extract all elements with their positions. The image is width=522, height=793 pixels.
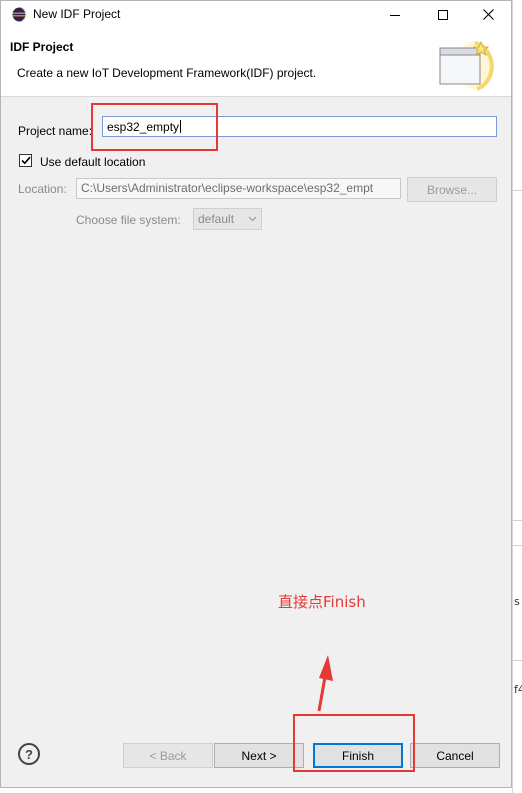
page-description: Create a new IoT Development Framework(I… xyxy=(17,66,317,80)
next-button[interactable]: Next > xyxy=(214,743,304,768)
use-default-location-checkbox[interactable] xyxy=(19,154,32,167)
annotation-arrow-icon xyxy=(317,655,333,712)
background-text-fragment: s xyxy=(514,595,520,608)
file-system-label: Choose file system: xyxy=(76,213,181,227)
cancel-button[interactable]: Cancel xyxy=(410,743,500,768)
highlight-project-name xyxy=(91,103,218,151)
title-bar[interactable]: New IDF Project xyxy=(1,1,511,28)
maximize-icon xyxy=(438,9,448,20)
close-icon xyxy=(482,9,494,20)
new-idf-project-dialog: New IDF Project IDF Project Create a new… xyxy=(0,0,512,788)
project-name-label: Project name: xyxy=(18,124,93,138)
wizard-banner-icon xyxy=(439,40,494,91)
checkmark-icon xyxy=(20,156,31,165)
location-label: Location: xyxy=(18,182,67,196)
location-input[interactable]: C:\Users\Administrator\eclipse-workspace… xyxy=(76,178,401,199)
file-system-select[interactable]: default xyxy=(193,208,262,230)
wizard-header: IDF Project Create a new IoT Development… xyxy=(1,28,511,97)
page-title: IDF Project xyxy=(10,40,74,54)
browse-button[interactable]: Browse... xyxy=(407,177,497,202)
annotation-text: 直接点Finish xyxy=(278,593,366,611)
use-default-location-label: Use default location xyxy=(40,155,146,169)
window-title: New IDF Project xyxy=(33,7,121,21)
eclipse-icon xyxy=(12,7,27,22)
background-text-fragment: f4 xyxy=(514,683,522,696)
help-icon[interactable]: ? xyxy=(18,743,40,765)
close-button[interactable] xyxy=(465,1,511,28)
maximize-button[interactable] xyxy=(420,1,466,28)
file-system-value: default xyxy=(198,212,235,226)
location-value: C:\Users\Administrator\eclipse-workspace… xyxy=(81,181,374,195)
highlight-finish-button xyxy=(293,714,415,772)
background-app-edge: s f4 xyxy=(512,0,522,793)
minimize-icon xyxy=(390,14,400,16)
minimize-button[interactable] xyxy=(372,1,418,28)
chevron-down-icon xyxy=(248,216,257,222)
back-button[interactable]: < Back xyxy=(123,743,213,768)
